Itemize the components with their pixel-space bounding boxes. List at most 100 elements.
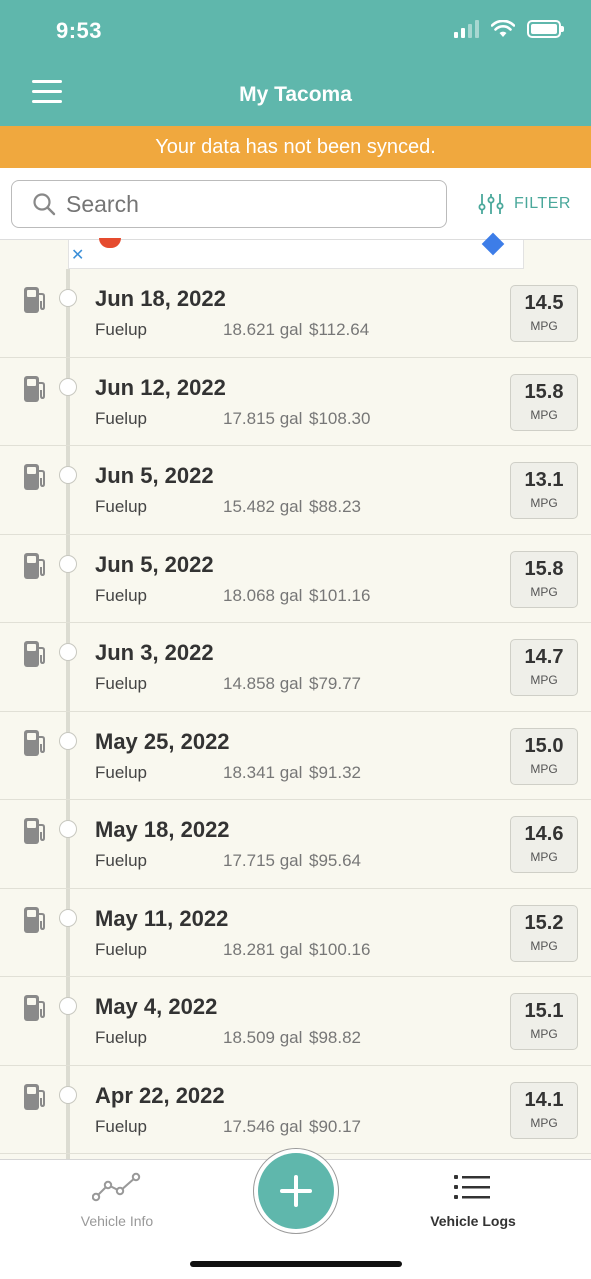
mpg-unit: MPG <box>530 850 558 864</box>
entry-cost: $108.30 <box>309 408 371 428</box>
ad-banner[interactable]: ✕ <box>68 232 524 269</box>
ad-logo <box>99 238 121 248</box>
log-entry[interactable]: Jun 5, 2022 Fuelup 15.482 gal $88.23 13.… <box>0 446 591 535</box>
entry-cost: $112.64 <box>309 320 370 339</box>
app-header: 9:53 My Tacoma <box>0 0 591 126</box>
mpg-badge: 15.1 MPG <box>510 993 578 1050</box>
filter-label: FILTER <box>514 195 571 212</box>
entry-gallons: 18.281 gal <box>223 939 303 959</box>
entry-type: Fuelup <box>95 939 147 959</box>
mpg-badge: 14.5 MPG <box>510 285 578 342</box>
log-entry[interactable]: May 11, 2022 Fuelup 18.281 gal $100.16 1… <box>0 889 591 977</box>
list-icon <box>454 1175 490 1199</box>
ad-close-icon[interactable]: ✕ <box>71 248 84 264</box>
mpg-value: 14.7 <box>524 646 564 668</box>
mpg-badge: 14.1 MPG <box>510 1081 578 1139</box>
plus-icon <box>258 1153 334 1229</box>
entry-date: Jun 5, 2022 <box>95 463 214 488</box>
mpg-value: 15.1 <box>524 1000 564 1022</box>
entry-cost: $91.32 <box>309 762 361 782</box>
add-entry-button[interactable] <box>253 1148 339 1234</box>
log-entry[interactable]: Jun 5, 2022 Fuelup 18.068 gal $101.16 15… <box>0 535 591 623</box>
mpg-badge: 14.7 MPG <box>510 639 578 696</box>
mpg-unit: MPG <box>530 584 558 599</box>
entry-gallons: 18.509 gal <box>223 1028 303 1047</box>
fuel-pump-icon <box>24 641 45 667</box>
log-entry[interactable]: May 4, 2022 Fuelup 18.509 gal $98.82 15.… <box>0 977 591 1066</box>
search-icon <box>33 193 56 216</box>
entry-cost: $88.23 <box>309 497 361 516</box>
mpg-unit: MPG <box>530 1115 558 1130</box>
mpg-unit: MPG <box>530 496 558 510</box>
entry-date: Jun 3, 2022 <box>95 640 214 665</box>
entry-type: Fuelup <box>95 497 147 516</box>
entry-gallons: 18.341 gal <box>223 762 303 782</box>
filter-button[interactable]: FILTER <box>478 192 571 216</box>
log-entry[interactable]: Apr 22, 2022 Fuelup 17.546 gal $90.17 14… <box>0 1066 591 1154</box>
timeline-dot <box>59 643 77 661</box>
wifi-icon <box>491 20 515 37</box>
entry-cost: $95.64 <box>309 851 361 870</box>
bottom-nav: Vehicle Info Vehicle Logs <box>0 1148 591 1279</box>
timeline-dot <box>59 820 77 838</box>
log-entry[interactable]: May 25, 2022 Fuelup 18.341 gal $91.32 15… <box>0 712 591 800</box>
fuel-pump-icon <box>24 995 45 1021</box>
mpg-unit: MPG <box>530 1027 558 1041</box>
entry-type: Fuelup <box>95 585 147 605</box>
mpg-value: 15.2 <box>524 911 564 934</box>
entry-date: Jun 12, 2022 <box>95 374 226 400</box>
entry-date: May 18, 2022 <box>95 817 230 842</box>
timeline-dot <box>59 731 77 750</box>
entry-cost: $100.16 <box>309 939 371 959</box>
entry-date: Jun 18, 2022 <box>95 286 226 311</box>
vehicle-logs-tab[interactable]: Vehicle Logs <box>424 1172 522 1229</box>
home-indicator <box>190 1261 402 1267</box>
mpg-value: 14.5 <box>524 292 564 314</box>
log-entry[interactable]: Jun 12, 2022 Fuelup 17.815 gal $108.30 1… <box>0 358 591 446</box>
mpg-unit: MPG <box>530 938 558 953</box>
mpg-badge: 15.0 MPG <box>510 727 578 785</box>
mpg-unit: MPG <box>530 673 558 687</box>
timeline-dot <box>59 1085 77 1104</box>
fuel-pump-icon <box>24 729 45 756</box>
mpg-value: 15.0 <box>524 734 564 757</box>
mpg-value: 14.1 <box>524 1088 564 1111</box>
mpg-value: 13.1 <box>524 469 564 491</box>
search-input[interactable] <box>66 190 406 218</box>
fuel-pump-icon <box>24 287 45 313</box>
fuel-pump-icon <box>24 464 45 490</box>
entry-type: Fuelup <box>95 1028 147 1047</box>
mpg-badge: 15.8 MPG <box>510 373 578 431</box>
search-field[interactable] <box>11 180 447 228</box>
line-chart-icon <box>91 1172 141 1202</box>
vehicle-info-label: Vehicle Info <box>80 1213 154 1229</box>
entry-date: May 25, 2022 <box>95 728 230 754</box>
status-time: 9:53 <box>56 18 103 43</box>
mpg-value: 14.6 <box>524 823 564 845</box>
entry-gallons: 17.815 gal <box>223 408 303 428</box>
timeline-dot <box>59 997 77 1015</box>
page-title: My Tacoma <box>239 83 352 106</box>
mpg-unit: MPG <box>530 407 558 422</box>
entry-type: Fuelup <box>95 762 147 782</box>
entry-type: Fuelup <box>95 320 147 339</box>
vehicle-info-tab[interactable]: Vehicle Info <box>72 1172 162 1229</box>
entry-date: May 11, 2022 <box>95 905 229 931</box>
fuel-pump-icon <box>24 375 45 402</box>
log-entry[interactable]: Jun 18, 2022 Fuelup 18.621 gal $112.64 1… <box>0 269 591 358</box>
fuel-pump-icon <box>24 1083 45 1110</box>
fuel-pump-icon <box>24 552 45 579</box>
battery-icon <box>527 20 564 38</box>
entry-gallons: 17.546 gal <box>223 1116 303 1136</box>
timeline-dot <box>59 466 77 484</box>
mpg-badge: 15.8 MPG <box>510 550 578 608</box>
mpg-value: 15.8 <box>524 557 564 580</box>
entry-date: Jun 5, 2022 <box>95 551 214 577</box>
log-entry[interactable]: May 18, 2022 Fuelup 17.715 gal $95.64 14… <box>0 800 591 889</box>
log-entry[interactable]: Jun 3, 2022 Fuelup 14.858 gal $79.77 14.… <box>0 623 591 712</box>
mpg-unit: MPG <box>530 319 558 333</box>
entry-type: Fuelup <box>95 674 147 693</box>
entry-gallons: 14.858 gal <box>223 674 303 693</box>
entry-gallons: 17.715 gal <box>223 851 303 870</box>
entry-gallons: 15.482 gal <box>223 497 303 516</box>
